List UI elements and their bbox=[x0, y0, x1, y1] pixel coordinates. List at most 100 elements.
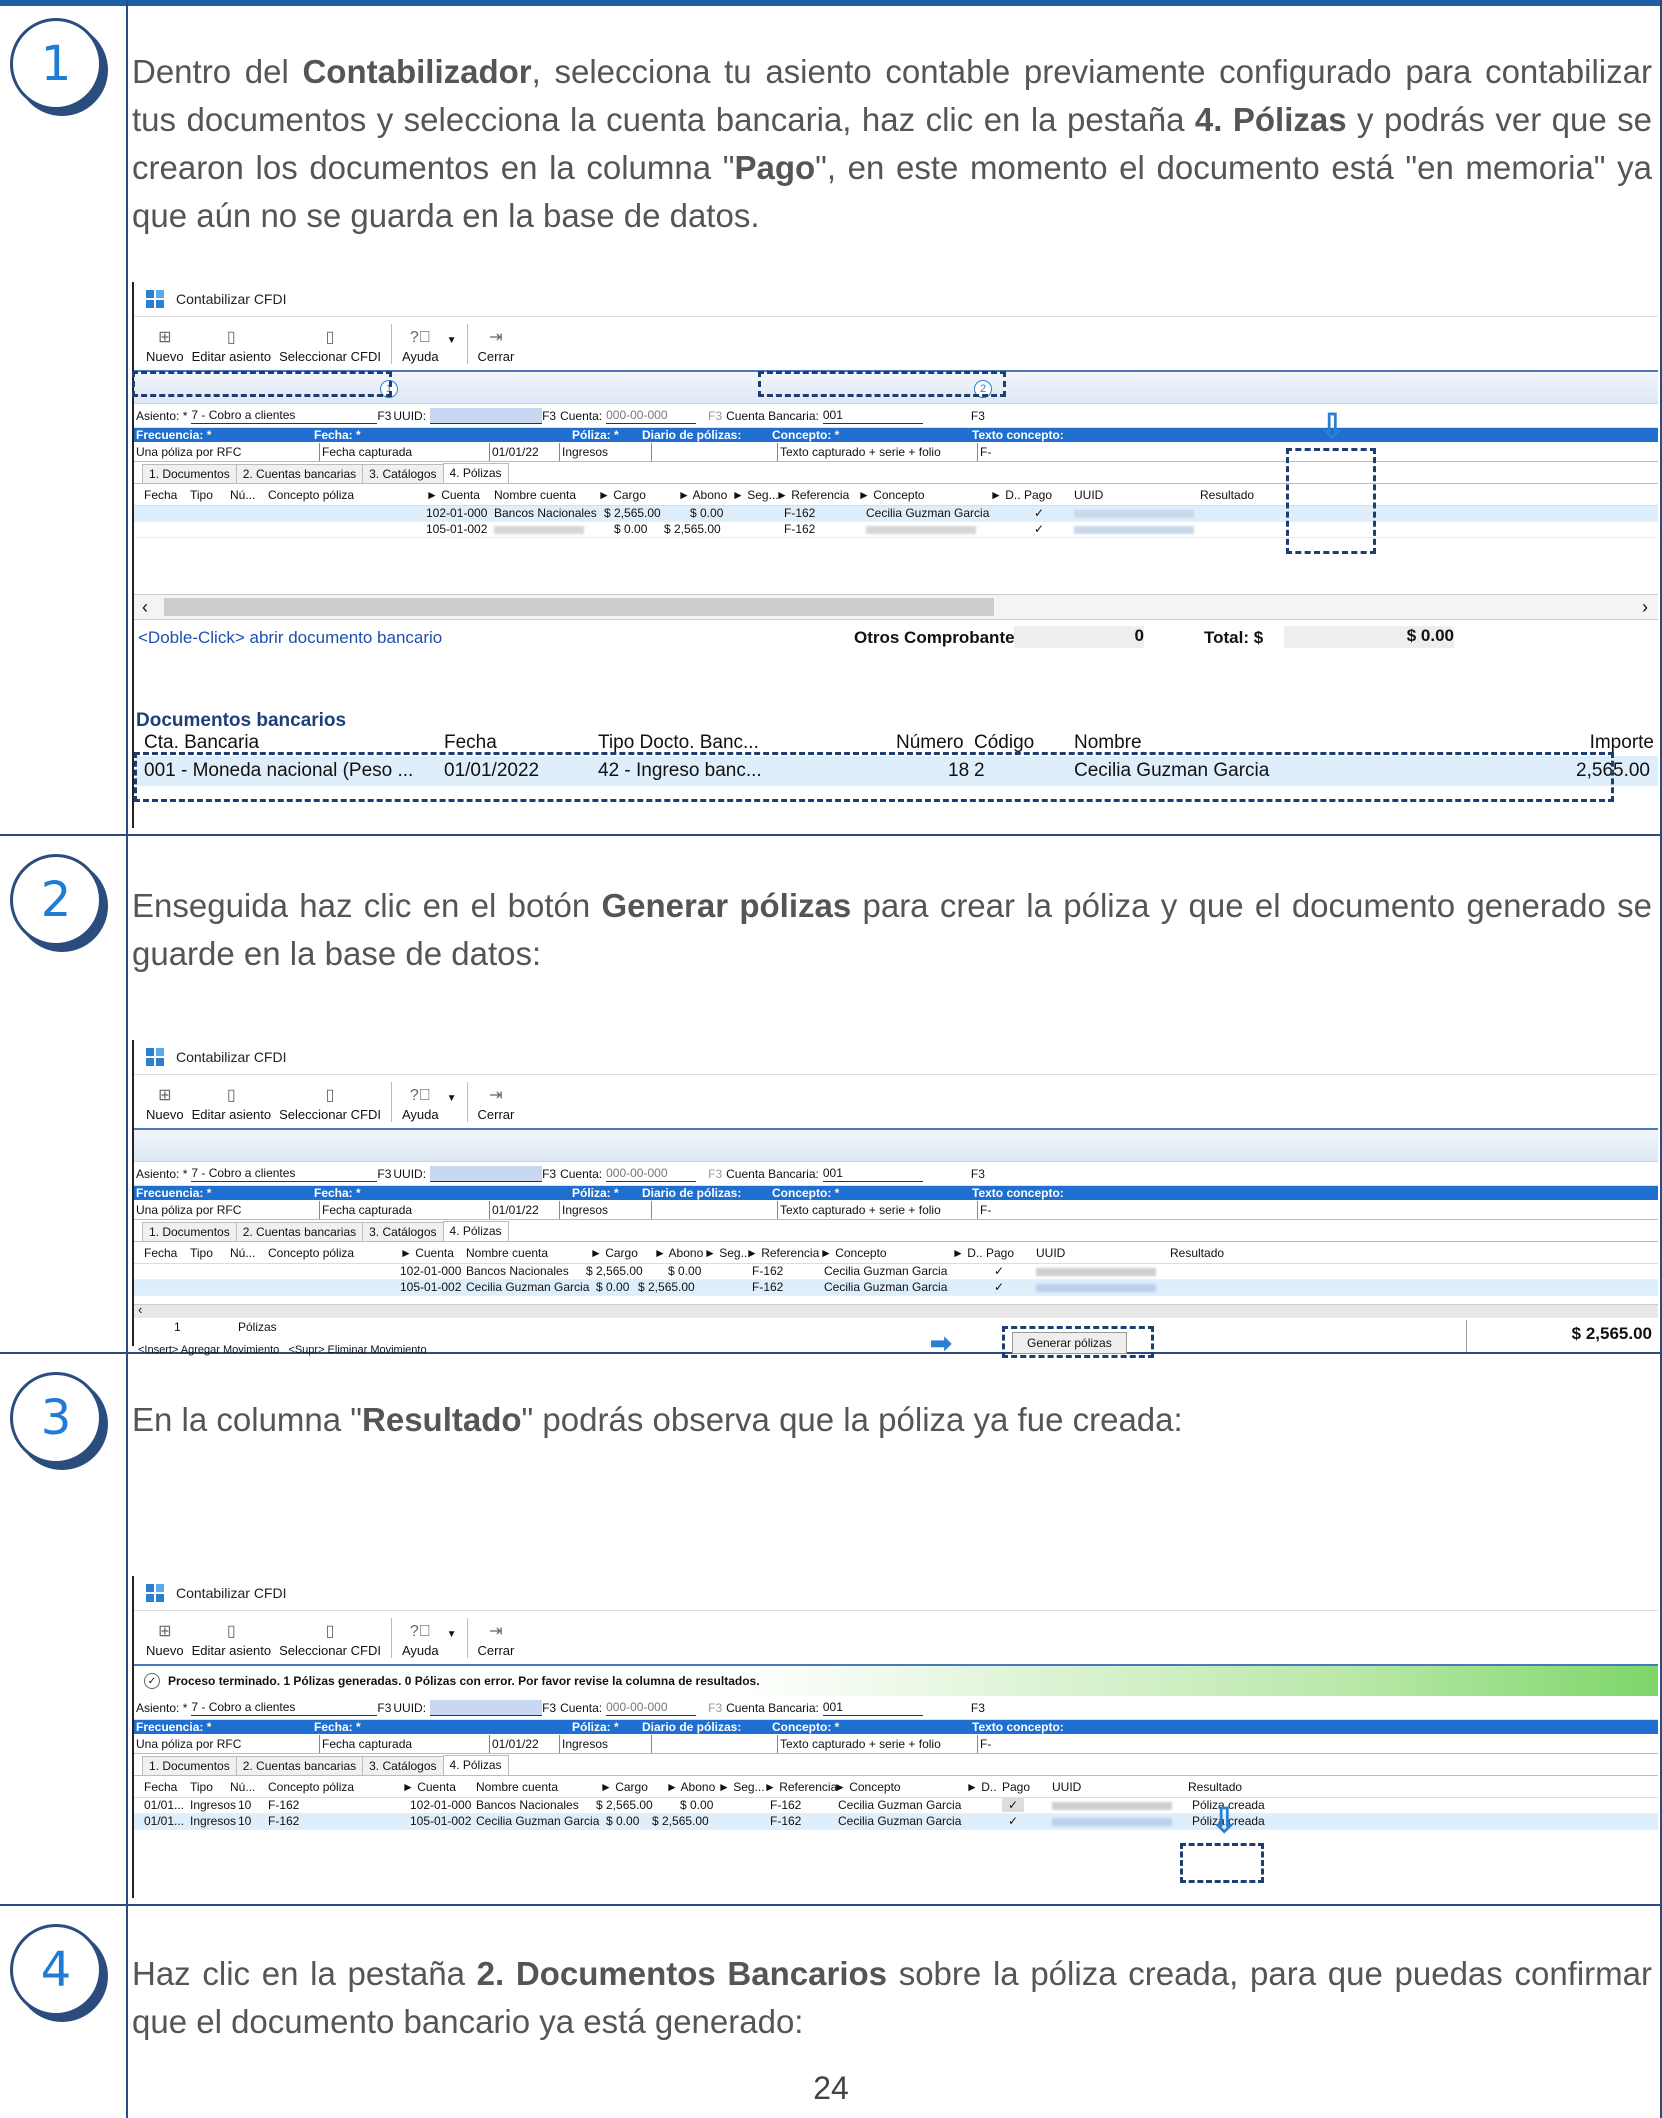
frecuencia-select[interactable]: Una póliza por RFC bbox=[134, 1200, 320, 1219]
asiento-field[interactable]: 7 - Cobro a clientes bbox=[191, 1700, 378, 1716]
cta-bancaria-field[interactable]: 001 bbox=[822, 1165, 923, 1182]
blurred-uuid bbox=[1036, 1268, 1156, 1276]
concepto-select[interactable]: Texto capturado + serie + folio bbox=[778, 1734, 978, 1753]
tab-cuentas-bancarias[interactable]: 2. Cuentas bancarias bbox=[235, 1756, 364, 1775]
app-icon bbox=[146, 1048, 164, 1066]
toolbar: ⊞ Nuevo ▯ Editar asiento ▯ Seleccionar CFDI… bbox=[134, 316, 1658, 372]
cta-bancaria-field[interactable]: 001 bbox=[822, 408, 923, 424]
fecha-input[interactable]: 01/01/22 bbox=[490, 1734, 560, 1753]
screenshot-window-2: Contabilizar CFDI ⊞ Nuevo ▯ Editar asiento… bbox=[132, 1040, 1658, 1358]
tab-catalogos[interactable]: 3. Catálogos bbox=[362, 1222, 444, 1241]
frecuencia-header: Frecuencia: * bbox=[136, 1720, 212, 1734]
table-row[interactable]: 102-01-000 Bancos Nacionales $ 2,565.00 … bbox=[134, 1264, 1658, 1280]
texto-field[interactable]: F- bbox=[978, 1201, 991, 1219]
diario-field[interactable] bbox=[652, 1200, 778, 1219]
table-row[interactable]: 01/01... Ingresos 10 F-162 105-01-002 Ce… bbox=[134, 1814, 1658, 1830]
edit-asiento-button[interactable]: ▯ Editar asiento bbox=[188, 1621, 276, 1658]
diario-field[interactable] bbox=[652, 1734, 778, 1753]
window-title: Contabilizar CFDI bbox=[176, 291, 287, 307]
tab-catalogos[interactable]: 3. Catálogos bbox=[362, 1756, 444, 1775]
cell-num: 10 bbox=[238, 1814, 252, 1828]
diario-field[interactable] bbox=[652, 442, 778, 461]
cta-bancaria-value: 001 bbox=[822, 1165, 843, 1180]
horizontal-scrollbar[interactable]: ‹ › bbox=[134, 594, 1658, 620]
scroll-thumb[interactable] bbox=[164, 598, 994, 616]
tab-polizas[interactable]: 4. Pólizas bbox=[442, 1221, 509, 1241]
close-button[interactable]: ⇥ Cerrar bbox=[474, 1621, 519, 1658]
col-referencia: ► Referencia bbox=[764, 1779, 838, 1794]
config-row: Una póliza por RFC Fecha capturada 01/01… bbox=[134, 442, 1658, 462]
concepto-select[interactable]: Texto capturado + serie + folio bbox=[778, 442, 978, 461]
asiento-field[interactable]: 7 - Cobro a clientes bbox=[191, 1166, 378, 1182]
tab-polizas[interactable]: 4. Pólizas bbox=[442, 1755, 509, 1775]
tab-catalogos[interactable]: 3. Catálogos bbox=[362, 464, 444, 483]
fecha-input[interactable]: 01/01/22 bbox=[490, 442, 560, 461]
new-button[interactable]: ⊞ Nuevo bbox=[142, 1621, 188, 1658]
frecuencia-select[interactable]: Una póliza por RFC bbox=[134, 1734, 320, 1753]
otros-value: 0 bbox=[1014, 626, 1144, 648]
help-dropdown[interactable]: ▼ bbox=[443, 1093, 461, 1122]
cell-abono: $ 2,565.00 bbox=[638, 1280, 695, 1294]
tab-cuentas-bancarias[interactable]: 2. Cuentas bancarias bbox=[235, 1222, 364, 1241]
help-dropdown[interactable]: ▼ bbox=[443, 1629, 461, 1658]
scroll-left-icon[interactable]: ‹ bbox=[138, 1302, 142, 1317]
polizas-count: 1 bbox=[174, 1320, 181, 1334]
total-value: $ 0.00 bbox=[1284, 626, 1454, 648]
frecuencia-select[interactable]: Una póliza por RFC bbox=[134, 442, 320, 461]
uuid-field[interactable] bbox=[430, 407, 543, 424]
table-row[interactable]: 105-01-002 $ 0.00 $ 2,565.00 F-162 ✓ bbox=[134, 522, 1658, 538]
poliza-select[interactable]: Ingresos bbox=[560, 442, 652, 461]
tab-polizas[interactable]: 4. Pólizas bbox=[442, 463, 509, 483]
new-button[interactable]: ⊞ Nuevo bbox=[142, 1085, 188, 1122]
tab-documentos[interactable]: 1. Documentos bbox=[142, 1756, 237, 1775]
poliza-select[interactable]: Ingresos bbox=[560, 1200, 652, 1219]
cuenta-field[interactable]: 000-00-000 bbox=[606, 1166, 697, 1182]
asiento-field[interactable]: 7 - Cobro a clientes bbox=[191, 408, 378, 424]
cuenta-field[interactable]: 000-00-000 bbox=[606, 1700, 697, 1716]
select-cfdi-button[interactable]: ▯ Seleccionar CFDI bbox=[275, 1621, 385, 1658]
help-label: Ayuda bbox=[401, 1643, 439, 1658]
help-dropdown[interactable]: ▼ bbox=[443, 335, 461, 364]
scroll-right-icon[interactable]: › bbox=[1642, 597, 1648, 618]
tab-documentos[interactable]: 1. Documentos bbox=[142, 1222, 237, 1241]
select-cfdi-button[interactable]: ▯ Seleccionar CFDI bbox=[275, 1085, 385, 1122]
help-label: Ayuda bbox=[401, 1107, 439, 1122]
close-button[interactable]: ⇥ Cerrar bbox=[474, 1085, 519, 1122]
cuenta-field[interactable]: 000-00-000 bbox=[606, 408, 697, 424]
fecha-select[interactable]: Fecha capturada bbox=[320, 1734, 490, 1753]
texto-field[interactable]: F- bbox=[978, 1735, 991, 1753]
poliza-select[interactable]: Ingresos bbox=[560, 1734, 652, 1753]
col-seg: ► Seg... bbox=[732, 487, 779, 502]
uuid-field[interactable] bbox=[430, 1165, 543, 1182]
tab-cuentas-bancarias[interactable]: 2. Cuentas bancarias bbox=[235, 464, 364, 483]
table-row[interactable]: 102-01-000 Bancos Nacionales $ 2,565.00 … bbox=[134, 506, 1658, 522]
uuid-field[interactable] bbox=[430, 1699, 543, 1716]
fecha-header: Fecha: * bbox=[314, 1186, 361, 1200]
edit-asiento-button[interactable]: ▯ Editar asiento bbox=[188, 1085, 276, 1122]
select-cfdi-button[interactable]: ▯ Seleccionar CFDI bbox=[275, 327, 385, 364]
close-button[interactable]: ⇥ Cerrar bbox=[474, 327, 519, 364]
horizontal-scrollbar[interactable]: ‹ bbox=[134, 1302, 1658, 1318]
texto-field[interactable]: F- bbox=[978, 443, 991, 461]
fecha-input[interactable]: 01/01/22 bbox=[490, 1200, 560, 1219]
scroll-left-icon[interactable]: ‹ bbox=[142, 597, 148, 618]
help-button[interactable]: ?⃝ Ayuda bbox=[398, 1621, 443, 1658]
highlight-cta-bancaria bbox=[758, 371, 1006, 397]
polizas-grid: Fecha Tipo Nú... Concepto póliza ► Cuent… bbox=[134, 1776, 1658, 1838]
fecha-select[interactable]: Fecha capturada bbox=[320, 1200, 490, 1219]
uuid-label: UUID: bbox=[393, 408, 427, 423]
table-row[interactable]: 105-01-002 Cecilia Guzman Garcia $ 0.00 … bbox=[134, 1280, 1658, 1296]
table-row[interactable]: 01/01... Ingresos 10 F-162 102-01-000 Ba… bbox=[134, 1798, 1658, 1814]
new-button[interactable]: ⊞ Nuevo bbox=[142, 327, 188, 364]
help-icon: ?⃝ bbox=[409, 329, 431, 346]
fecha-select[interactable]: Fecha capturada bbox=[320, 442, 490, 461]
cta-bancaria-field[interactable]: 001 bbox=[822, 1700, 923, 1716]
help-button[interactable]: ?⃝ Ayuda bbox=[398, 327, 443, 364]
cell-ref: F-162 bbox=[784, 506, 816, 520]
tab-documentos[interactable]: 1. Documentos bbox=[142, 464, 237, 483]
total-value: $ 2,565.00 bbox=[1571, 1324, 1652, 1343]
help-button[interactable]: ?⃝ Ayuda bbox=[398, 1085, 443, 1122]
concepto-select[interactable]: Texto capturado + serie + folio bbox=[778, 1200, 978, 1219]
edit-asiento-button[interactable]: ▯ Editar asiento bbox=[188, 327, 276, 364]
col-num: Nú... bbox=[230, 1245, 256, 1260]
